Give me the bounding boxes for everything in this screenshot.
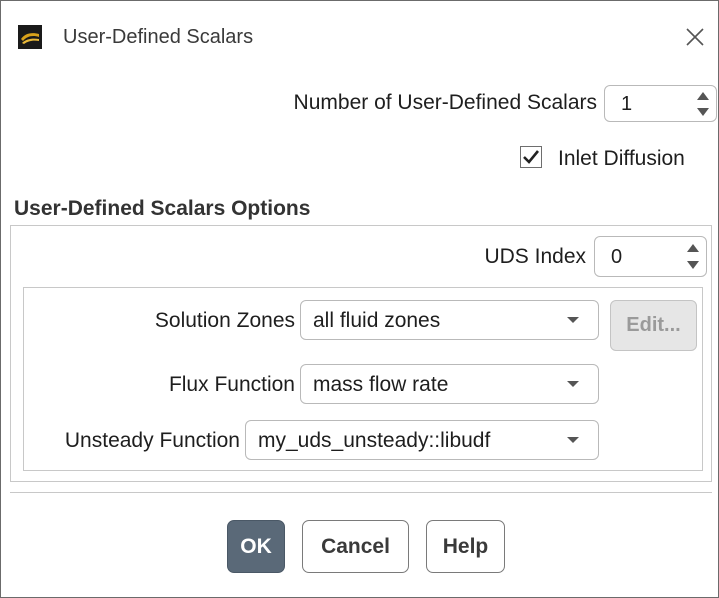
ok-button[interactable]: OK (227, 520, 285, 573)
cancel-button[interactable]: Cancel (302, 520, 409, 573)
solution-zones-dropdown[interactable]: all fluid zones (300, 300, 599, 340)
solution-zones-label: Solution Zones (154, 309, 295, 332)
unsteady-function-label: Unsteady Function (64, 429, 240, 452)
app-logo-icon (18, 25, 42, 49)
number-of-scalars-value: 1 (621, 93, 633, 115)
title-bar: User-Defined Scalars (1, 1, 718, 67)
flux-function-dropdown[interactable]: mass flow rate (300, 364, 599, 404)
unsteady-function-dropdown[interactable]: my_uds_unsteady::libudf (245, 420, 599, 460)
number-of-scalars-label: Number of User-Defined Scalars (293, 91, 597, 114)
edit-button[interactable]: Edit... (610, 300, 697, 351)
inlet-diffusion-label: Inlet Diffusion (558, 147, 685, 170)
uds-index-spinner[interactable]: 0 (594, 236, 707, 277)
chevron-down-icon (567, 437, 579, 443)
close-icon[interactable] (685, 27, 705, 47)
flux-function-value: mass flow rate (313, 373, 449, 396)
spin-down-icon[interactable] (686, 260, 700, 270)
spin-up-icon[interactable] (686, 243, 700, 253)
uds-index-label: UDS Index (484, 245, 586, 268)
window-title: User-Defined Scalars (63, 26, 254, 48)
uds-index-value: 0 (611, 246, 623, 268)
chevron-down-icon (567, 317, 579, 323)
help-button[interactable]: Help (426, 520, 505, 573)
inlet-diffusion-checkbox[interactable] (520, 146, 542, 168)
divider (10, 492, 712, 493)
unsteady-function-value: my_uds_unsteady::libudf (258, 429, 491, 452)
checkmark-icon (523, 150, 540, 164)
flux-function-label: Flux Function (168, 373, 295, 396)
number-of-scalars-spinner[interactable]: 1 (604, 85, 717, 122)
user-defined-scalars-dialog: User-Defined Scalars Number of User-Defi… (0, 0, 719, 598)
section-title: User-Defined Scalars Options (14, 197, 311, 220)
spin-up-icon[interactable] (696, 91, 710, 101)
chevron-down-icon (567, 381, 579, 387)
solution-zones-value: all fluid zones (313, 309, 441, 332)
spin-down-icon[interactable] (696, 107, 710, 117)
